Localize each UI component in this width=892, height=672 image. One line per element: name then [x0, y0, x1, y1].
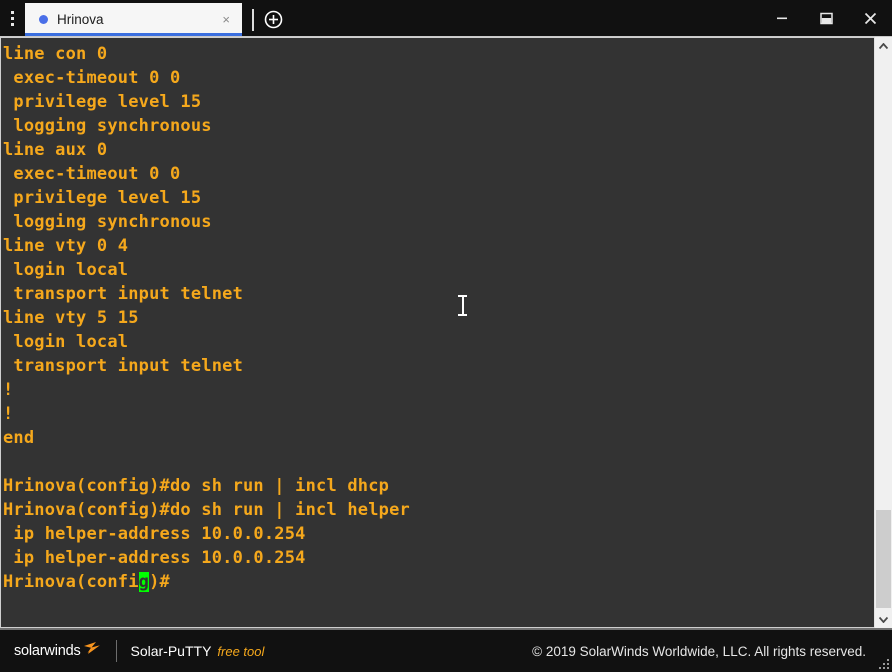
close-tab-icon[interactable]: × [218, 11, 234, 28]
chevron-up-icon[interactable] [875, 37, 892, 55]
solar-putty-window: Hrinova × line con 0 exec-timeout 0 0 pr… [0, 0, 892, 672]
terminal-line: Hrinova(config)#do sh run | incl helper [3, 500, 410, 520]
terminal-line: end [3, 428, 35, 448]
footer-divider [115, 640, 117, 662]
block-cursor: g [138, 572, 150, 592]
terminal-line: login local [3, 260, 129, 280]
session-tab-label: Hrinova [57, 12, 104, 27]
terminal-line: line con 0 [3, 44, 108, 64]
brand-wordmark: solarwinds [14, 643, 81, 659]
terminal-line: exec-timeout 0 0 [3, 164, 181, 184]
terminal-area: line con 0 exec-timeout 0 0 privilege le… [0, 36, 892, 628]
resize-grip-icon[interactable] [876, 656, 889, 669]
prompt-text-tail: )# [149, 572, 170, 592]
terminal-scrollbar[interactable] [874, 37, 892, 628]
terminal-line: ! [3, 404, 14, 424]
kebab-dot [11, 16, 14, 20]
terminal-line: privilege level 15 [3, 92, 202, 112]
connected-dot-icon [39, 15, 48, 24]
solarwinds-brand: solarwinds [14, 640, 102, 659]
prompt-text: Hrinova(confi [3, 572, 139, 592]
tab-separator [252, 9, 254, 31]
scrollbar-track[interactable] [875, 55, 892, 610]
terminal-line: logging synchronous [3, 212, 212, 232]
window-controls [760, 0, 892, 36]
terminal-line: exec-timeout 0 0 [3, 68, 181, 88]
title-bar: Hrinova × [0, 0, 892, 36]
product-name: Solar-PuTTY [130, 643, 212, 659]
terminal-line: line aux 0 [3, 140, 108, 160]
terminal-line: ip helper-address 10.0.0.254 [3, 524, 306, 544]
kebab-menu-icon[interactable] [0, 0, 25, 36]
terminal-line: login local [3, 332, 129, 352]
terminal-output[interactable]: line con 0 exec-timeout 0 0 privilege le… [0, 37, 874, 628]
maximize-button[interactable] [804, 0, 848, 36]
terminal-line: Hrinova(config)#do sh run | incl dhcp [3, 476, 390, 496]
terminal-line: ! [3, 380, 14, 400]
terminal-line: privilege level 15 [3, 188, 202, 208]
terminal-line: line vty 5 15 [3, 308, 139, 328]
close-button[interactable] [848, 0, 892, 36]
session-tab-hrinova[interactable]: Hrinova × [25, 3, 242, 36]
solarwinds-logo-icon [82, 640, 102, 658]
terminal-line: transport input telnet [3, 284, 244, 304]
plus-circle-icon[interactable] [264, 10, 283, 29]
terminal-text: line con 0 exec-timeout 0 0 privilege le… [3, 42, 874, 594]
scrollbar-thumb[interactable] [876, 510, 891, 608]
terminal-line: transport input telnet [3, 356, 244, 376]
kebab-dot [11, 10, 14, 14]
kebab-dot [11, 22, 14, 26]
terminal-line: logging synchronous [3, 116, 212, 136]
minimize-button[interactable] [760, 0, 804, 36]
terminal-line: line vty 0 4 [3, 236, 129, 256]
terminal-prompt-line: Hrinova(config)# [3, 570, 874, 594]
chevron-down-icon[interactable] [875, 610, 892, 628]
free-tool-badge: free tool [217, 643, 265, 659]
copyright-text: © 2019 SolarWinds Worldwide, LLC. All ri… [532, 643, 866, 659]
status-bar: solarwinds Solar-PuTTY free tool © 2019 … [0, 628, 892, 672]
terminal-line: ip helper-address 10.0.0.254 [3, 548, 306, 568]
